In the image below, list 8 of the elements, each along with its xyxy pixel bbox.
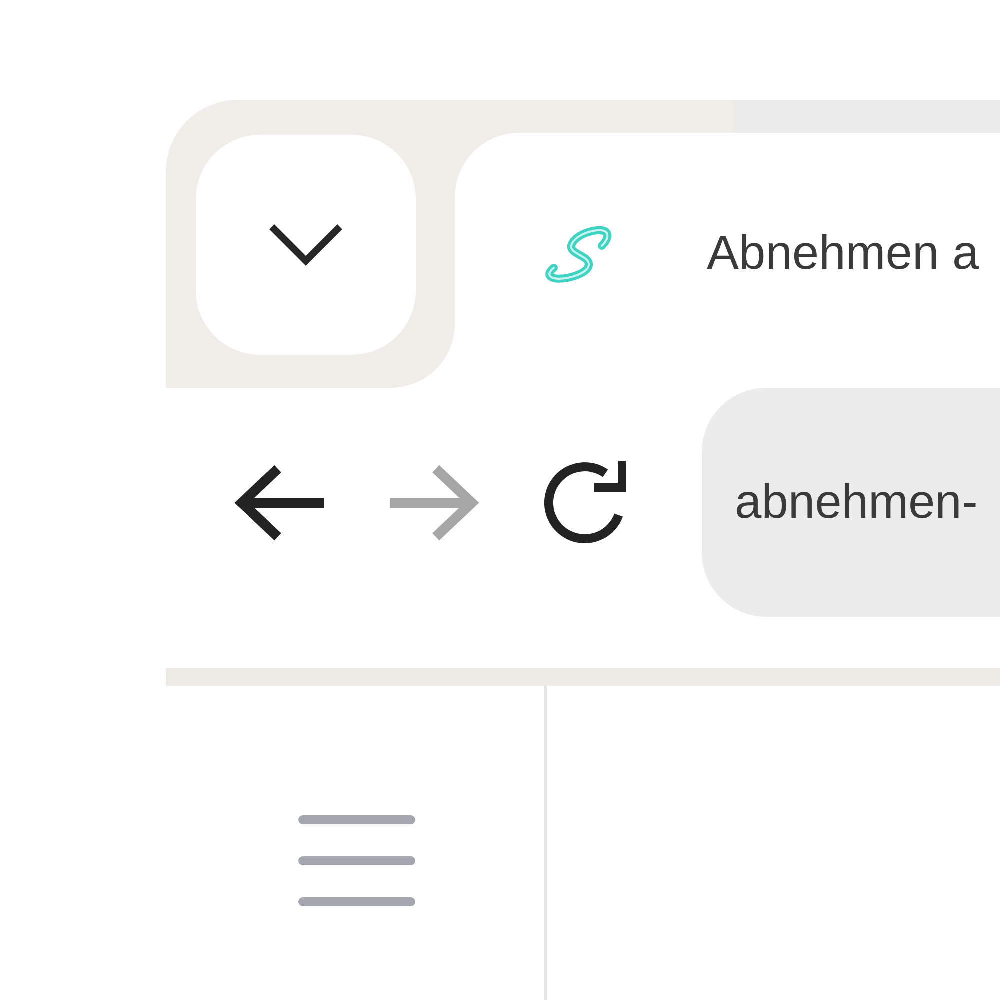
menu-button[interactable]	[298, 815, 416, 907]
browser-tab[interactable]: Abnehmen a	[455, 133, 1000, 388]
reload-icon	[543, 460, 627, 544]
left-arrow-icon	[234, 464, 326, 540]
address-field[interactable]: abnehmen-	[702, 388, 1000, 617]
chevron-down-icon	[268, 223, 344, 267]
right-arrow-icon	[388, 464, 480, 540]
menu-icon	[298, 815, 416, 907]
